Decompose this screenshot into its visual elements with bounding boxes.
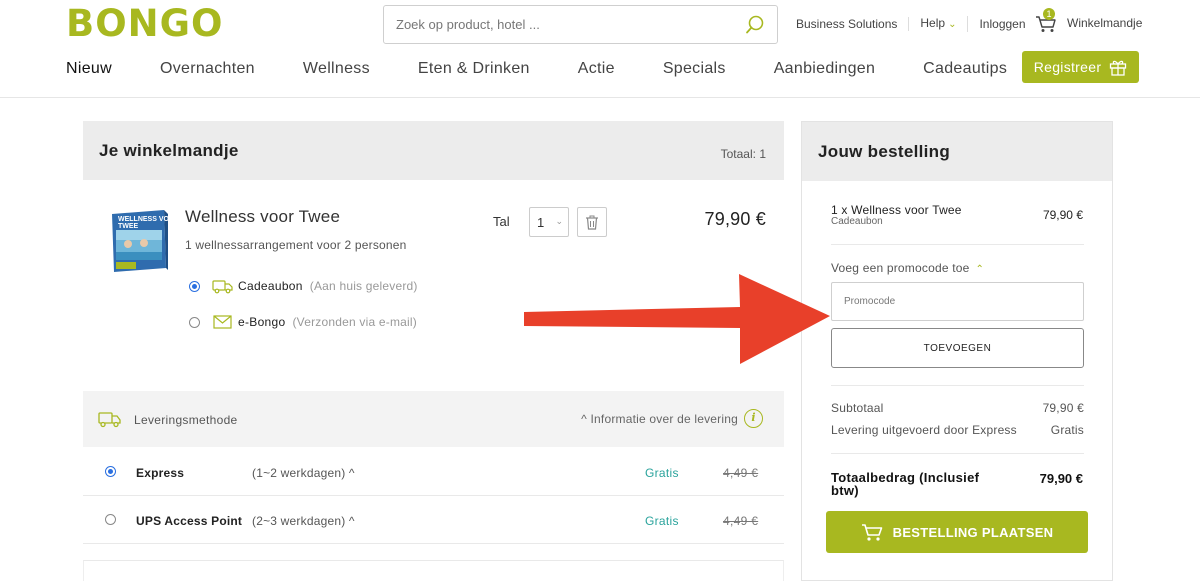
product-name[interactable]: Wellness voor Twee <box>185 207 340 227</box>
delivery-truck-icon <box>98 412 121 428</box>
header-divider <box>0 97 1200 98</box>
search-bar[interactable] <box>383 5 778 44</box>
search-input[interactable] <box>396 17 745 32</box>
shipping-cost-label: Levering uitgevoerd door Express <box>831 423 1017 437</box>
register-label: Registreer <box>1033 59 1102 75</box>
delivery-truck-icon <box>212 280 233 294</box>
cart-label: Winkelmandje <box>1067 16 1143 30</box>
chevron-down-icon: ⌄ <box>555 216 563 226</box>
red-annotation-arrow <box>524 274 830 364</box>
nav-item-nieuw[interactable]: Nieuw <box>66 60 112 78</box>
place-order-button[interactable]: BESTELLING PLAATSEN <box>826 511 1088 553</box>
shipping-old-price: 4,49 € <box>723 514 759 528</box>
delivery-info-link[interactable]: ^ Informatie over de levering <box>581 412 738 426</box>
search-icon[interactable] <box>745 15 765 35</box>
product-gift-box-image[interactable]: WELLNESS VOOR TWEE <box>110 208 168 274</box>
info-icon[interactable]: i <box>744 409 763 428</box>
envelope-icon <box>213 315 232 329</box>
nav-item-specials[interactable]: Specials <box>663 60 726 78</box>
total-value: 79,90 € <box>1039 471 1083 486</box>
divider <box>831 244 1084 245</box>
shipping-row: Levering uitgevoerd door Express Gratis <box>831 423 1084 437</box>
help-label: Help <box>920 16 946 30</box>
delivery-method-header: Leveringsmethode ^ Informatie over de le… <box>83 391 784 447</box>
express-radio[interactable] <box>105 466 116 477</box>
shipping-days[interactable]: (1~2 werkdagen) ^ <box>252 466 355 480</box>
nav-item-eten-drinken[interactable]: Eten & Drinken <box>418 60 530 78</box>
subtotal-value: 79,90 € <box>1042 401 1084 415</box>
cart-icon: 1 <box>1035 8 1057 34</box>
shipping-name: Express <box>136 466 185 480</box>
order-line-item: 1 x Wellness voor Twee <box>831 203 962 217</box>
nav-item-aanbiedingen[interactable]: Aanbiedingen <box>774 60 875 78</box>
business-solutions-link[interactable]: Business Solutions <box>796 17 910 31</box>
svg-text:TWEE: TWEE <box>118 223 139 230</box>
divider <box>831 385 1084 386</box>
option-e-bongo[interactable]: e-Bongo (Verzonden via e-mail) <box>189 314 417 330</box>
shipping-price: Gratis <box>645 514 679 528</box>
cart-count-badge: 1 <box>1043 8 1055 20</box>
quantity-select[interactable]: 1 ⌄ <box>529 207 569 237</box>
item-price: 79,90 € <box>704 209 766 229</box>
cadeaubon-radio[interactable] <box>189 280 200 292</box>
cart-link[interactable]: 1 Winkelmandje <box>1035 8 1143 34</box>
cart-icon <box>861 524 882 541</box>
checkout-page: BONGO Business Solutions Help⌄ Inloggen … <box>0 0 1200 581</box>
e-bongo-label: e-Bongo <box>238 315 286 329</box>
login-link[interactable]: Inloggen <box>968 17 1036 31</box>
cart-total-count: Totaal: 1 <box>720 147 766 161</box>
apply-promo-button[interactable]: TOEVOEGEN <box>831 328 1084 368</box>
nav-item-cadeautips[interactable]: Cadeautips <box>923 60 1007 78</box>
cadeaubon-note: (Aan huis geleverd) <box>309 279 418 293</box>
nav-item-wellness[interactable]: Wellness <box>303 60 370 78</box>
product-subtitle: 1 wellnessarrangement voor 2 personen <box>185 238 407 252</box>
nav-item-overnachten[interactable]: Overnachten <box>160 60 255 78</box>
divider <box>831 453 1084 454</box>
shipping-name: UPS Access Point <box>136 514 243 528</box>
shipping-old-price: 4,49 € <box>723 466 759 480</box>
order-panel-header: Jouw bestelling <box>802 122 1112 181</box>
promo-code-toggle[interactable]: Voeg een promocode toe ⌃ <box>831 261 984 275</box>
shipping-option-express[interactable]: Express (1~2 werkdagen) ^ Gratis 4,49 € <box>83 448 784 496</box>
shipping-option-ups[interactable]: UPS Access Point (2~3 werkdagen) ^ Grati… <box>83 496 784 544</box>
place-order-label: BESTELLING PLAATSEN <box>892 524 1054 540</box>
order-line-type: Cadeaubon <box>831 216 883 227</box>
chevron-down-icon: ⌄ <box>948 19 957 30</box>
main-nav: Nieuw Overnachten Wellness Eten & Drinke… <box>66 60 1007 78</box>
nav-item-actie[interactable]: Actie <box>578 60 615 78</box>
option-cadeaubon[interactable]: Cadeaubon (Aan huis geleverd) <box>189 278 418 294</box>
cart-panel-header: Je winkelmandje Totaal: 1 <box>83 121 784 180</box>
cadeaubon-label: Cadeaubon <box>238 279 303 293</box>
subtotal-row: Subtotaal 79,90 € <box>831 401 1084 415</box>
subtotal-label: Subtotaal <box>831 401 884 415</box>
e-bongo-radio[interactable] <box>189 316 200 328</box>
chevron-up-icon: ⌃ <box>975 264 985 275</box>
order-panel-title: Jouw bestelling <box>818 142 951 161</box>
help-menu[interactable]: Help ⌄ <box>909 16 969 32</box>
svg-text:WELLNESS VOOR: WELLNESS VOOR <box>118 216 168 223</box>
shipping-cost-value: Gratis <box>1050 423 1084 437</box>
delivery-method-title: Leveringsmethode <box>134 413 238 427</box>
bongo-logo[interactable]: BONGO <box>66 2 223 45</box>
promo-toggle-label: Voeg een promocode toe <box>831 261 970 275</box>
top-links: Business Solutions Help ⌄ Inloggen <box>796 16 1037 32</box>
quantity-label: Tal <box>493 214 510 229</box>
e-bongo-note: (Verzonden via e-mail) <box>292 315 417 329</box>
shipping-days[interactable]: (2~3 werkdagen) ^ <box>252 514 355 528</box>
next-section-edge <box>83 560 784 581</box>
remove-item-button[interactable] <box>577 207 607 237</box>
order-line-price: 79,90 € <box>1042 208 1083 222</box>
ups-radio[interactable] <box>105 514 116 525</box>
cart-panel-title: Je winkelmandje <box>99 141 239 160</box>
shipping-price: Gratis <box>645 466 679 480</box>
gift-icon <box>1110 60 1127 76</box>
promo-code-input[interactable] <box>831 282 1084 321</box>
quantity-value: 1 <box>537 215 545 230</box>
trash-icon <box>586 215 598 230</box>
register-button[interactable]: Registreer <box>1022 51 1139 83</box>
total-label: Totaalbedrag (Inclusief btw) <box>831 470 980 498</box>
order-panel: Jouw bestelling 1 x Wellness voor Twee C… <box>801 121 1113 581</box>
